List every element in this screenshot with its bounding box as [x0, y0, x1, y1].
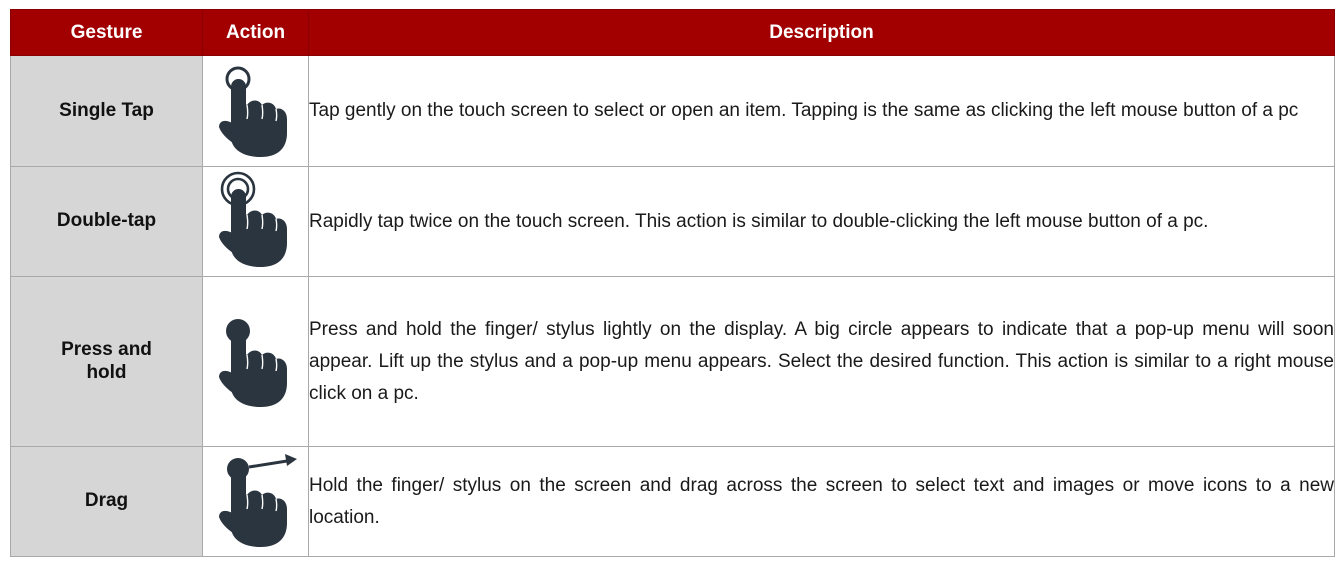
double-tap-gesture-icon	[211, 169, 301, 269]
table-row-drag: Drag Hold the finger/ stylus on the scre…	[10, 446, 1335, 557]
table-row-double-tap: Double-tap Rapidly tap twice on the touc…	[10, 166, 1335, 277]
drag-gesture-icon	[211, 449, 301, 549]
action-cell	[202, 276, 309, 447]
gesture-description: Press and hold the finger/ stylus lightl…	[308, 276, 1335, 447]
single-tap-gesture-icon	[211, 59, 301, 159]
gesture-name: Press and hold	[10, 276, 203, 447]
gesture-name: Double-tap	[10, 166, 203, 277]
action-cell	[202, 446, 309, 557]
gesture-name-text: Press and hold	[61, 338, 152, 383]
gesture-name: Drag	[10, 446, 203, 557]
gesture-table: Gesture Action Description Single Tap Ta…	[10, 9, 1335, 557]
action-cell	[202, 166, 309, 277]
gesture-description: Hold the finger/ stylus on the screen an…	[308, 446, 1335, 557]
gesture-description: Rapidly tap twice on the touch screen. T…	[308, 166, 1335, 277]
header-description: Description	[308, 9, 1335, 56]
header-gesture: Gesture	[10, 9, 203, 56]
table-row-press-and-hold: Press and hold Press and hold the finger…	[10, 276, 1335, 447]
description-text: Press and hold the finger/ stylus lightl…	[309, 318, 1334, 404]
press-and-hold-gesture-icon	[211, 309, 301, 409]
gesture-name: Single Tap	[10, 55, 203, 167]
description-text: Hold the finger/ stylus on the screen an…	[309, 474, 1334, 528]
header-action: Action	[202, 9, 309, 56]
table-row-single-tap: Single Tap Tap gently on the touch scree…	[10, 55, 1335, 167]
gesture-description: Tap gently on the touch screen to select…	[308, 55, 1335, 167]
header-row: Gesture Action Description	[10, 9, 1335, 56]
action-cell	[202, 55, 309, 167]
description-text: Tap gently on the touch screen to select…	[309, 100, 1299, 121]
description-text: Rapidly tap twice on the touch screen. T…	[309, 210, 1209, 232]
